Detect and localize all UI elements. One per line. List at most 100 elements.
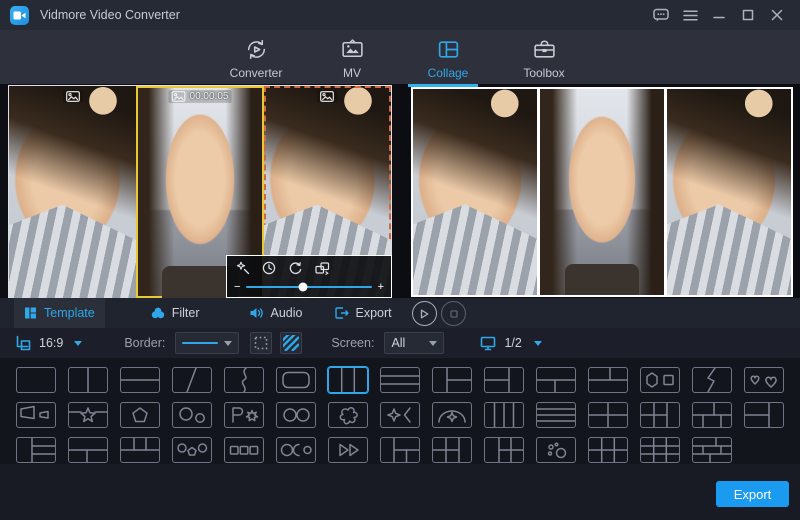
dashed-border-button[interactable] bbox=[250, 332, 272, 354]
template-grid-2x2-col[interactable] bbox=[640, 402, 680, 428]
stop-button[interactable] bbox=[441, 301, 466, 326]
tab-converter[interactable]: Converter bbox=[220, 30, 292, 84]
image-icon bbox=[172, 91, 186, 102]
template-top-full-bottom-two[interactable] bbox=[536, 367, 576, 393]
border-label: Border: bbox=[124, 336, 165, 350]
template-four-cols[interactable] bbox=[484, 402, 524, 428]
template-rows-left-col-right[interactable] bbox=[744, 402, 784, 428]
converter-icon bbox=[244, 37, 269, 62]
magic-wand-icon[interactable] bbox=[236, 261, 250, 275]
template-star-bracket[interactable] bbox=[380, 402, 420, 428]
aspect-dropdown-arrow[interactable] bbox=[74, 341, 82, 346]
template-circle-semi-small[interactable] bbox=[276, 437, 316, 463]
screen-dropdown[interactable]: All bbox=[384, 332, 444, 354]
hatch-fill-button[interactable] bbox=[280, 332, 302, 354]
rotate-icon[interactable] bbox=[288, 261, 303, 275]
template-trapezoids[interactable] bbox=[16, 402, 56, 428]
template-grid-2x2-col[interactable] bbox=[432, 437, 472, 463]
template-three-squares[interactable] bbox=[224, 437, 264, 463]
collage-cell-1[interactable] bbox=[9, 86, 136, 298]
template-single[interactable] bbox=[16, 367, 56, 393]
image-icon bbox=[320, 91, 334, 102]
template-two-rows[interactable] bbox=[120, 367, 160, 393]
template-lightning[interactable] bbox=[692, 367, 732, 393]
tab-export[interactable]: Export bbox=[325, 298, 402, 328]
control-band: Template Filter Audio Export 00:00:00.00… bbox=[0, 298, 800, 328]
aspect-ratio-value[interactable]: 16:9 bbox=[39, 336, 63, 350]
template-top-two-bottom-full[interactable] bbox=[588, 367, 628, 393]
template-col-left-3rows-right[interactable] bbox=[16, 437, 56, 463]
zoom-out-label[interactable]: − bbox=[234, 281, 240, 293]
feedback-icon[interactable] bbox=[650, 4, 672, 26]
tab-collage[interactable]: Collage bbox=[412, 30, 484, 84]
result-stage bbox=[400, 84, 800, 298]
template-hex-square[interactable] bbox=[640, 367, 680, 393]
template-toolbar: 16:9 Border: Screen: All 1/2 bbox=[0, 328, 800, 358]
template-double-play[interactable] bbox=[328, 437, 368, 463]
tab-filter[interactable]: Filter bbox=[141, 298, 210, 328]
audio-icon bbox=[250, 307, 264, 319]
template-flag-burst[interactable] bbox=[224, 402, 264, 428]
template-three-cols-selected[interactable] bbox=[328, 367, 368, 393]
template-top-full-bottom-two[interactable] bbox=[68, 437, 108, 463]
tab-collage-label: Collage bbox=[428, 66, 469, 80]
screen-label: Screen: bbox=[331, 336, 374, 350]
template-two-cols[interactable] bbox=[68, 367, 108, 393]
page-dropdown-arrow[interactable] bbox=[534, 341, 542, 346]
swap-icon[interactable] bbox=[315, 262, 330, 275]
template-shapes-trio[interactable] bbox=[172, 437, 212, 463]
template-top-3-bottom-full[interactable] bbox=[120, 437, 160, 463]
border-style-dropdown[interactable] bbox=[175, 332, 239, 354]
main-nav: Converter MV Collage Toolbox bbox=[0, 30, 800, 84]
menu-icon[interactable] bbox=[679, 4, 701, 26]
tab-mv[interactable]: MV bbox=[316, 30, 388, 84]
template-arch-star[interactable] bbox=[432, 402, 472, 428]
clock-icon[interactable] bbox=[262, 261, 276, 275]
tab-toolbox[interactable]: Toolbox bbox=[508, 30, 580, 84]
template-pentagon[interactable] bbox=[120, 402, 160, 428]
result-cell-3 bbox=[667, 89, 791, 295]
template-grid-2x3[interactable] bbox=[588, 437, 628, 463]
template-rounded-inset[interactable] bbox=[276, 367, 316, 393]
ratio-icon bbox=[16, 335, 31, 351]
template-curve-split[interactable] bbox=[224, 367, 264, 393]
bottom-bar: Export bbox=[0, 464, 800, 520]
template-diagonal[interactable] bbox=[172, 367, 212, 393]
template-grid-brick[interactable] bbox=[692, 402, 732, 428]
template-col-left-rows-right[interactable] bbox=[432, 367, 472, 393]
collage-icon bbox=[436, 37, 461, 62]
maximize-icon[interactable] bbox=[737, 4, 759, 26]
template-circles-scatter[interactable] bbox=[536, 437, 576, 463]
clip-duration: 00:00:05 bbox=[190, 91, 229, 102]
template-rows-left-col-right[interactable] bbox=[484, 367, 524, 393]
template-circles-equal[interactable] bbox=[276, 402, 316, 428]
overlay-toolbar bbox=[227, 256, 391, 275]
zoom-slider[interactable] bbox=[246, 286, 371, 288]
template-clover[interactable] bbox=[328, 402, 368, 428]
zoom-in-label[interactable]: + bbox=[378, 281, 384, 293]
tab-template[interactable]: Template bbox=[14, 298, 105, 328]
template-col-left-grid-right[interactable] bbox=[484, 437, 524, 463]
template-col-left-mixed-right[interactable] bbox=[380, 437, 420, 463]
template-four-rows[interactable] bbox=[536, 402, 576, 428]
template-grid-2x2[interactable] bbox=[588, 402, 628, 428]
play-button[interactable] bbox=[412, 301, 437, 326]
template-row bbox=[16, 367, 800, 393]
border-dropdown-arrow bbox=[224, 341, 232, 346]
tab-audio[interactable]: Audio bbox=[240, 298, 313, 328]
close-icon[interactable] bbox=[766, 4, 788, 26]
template-star-stripe[interactable] bbox=[68, 402, 108, 428]
screen-dropdown-arrow bbox=[429, 341, 437, 346]
export-button[interactable]: Export bbox=[716, 481, 789, 507]
filter-icon bbox=[151, 307, 165, 319]
template-grid-3x3[interactable] bbox=[640, 437, 680, 463]
play-icon bbox=[420, 309, 429, 319]
zoom-slider-knob[interactable] bbox=[298, 283, 307, 292]
template-grid-brick-3[interactable] bbox=[692, 437, 732, 463]
image-badge bbox=[317, 90, 337, 103]
tab-template-label: Template bbox=[44, 306, 95, 320]
template-three-rows[interactable] bbox=[380, 367, 420, 393]
template-hearts[interactable] bbox=[744, 367, 784, 393]
minimize-icon[interactable] bbox=[708, 4, 730, 26]
template-circles-big-small[interactable] bbox=[172, 402, 212, 428]
